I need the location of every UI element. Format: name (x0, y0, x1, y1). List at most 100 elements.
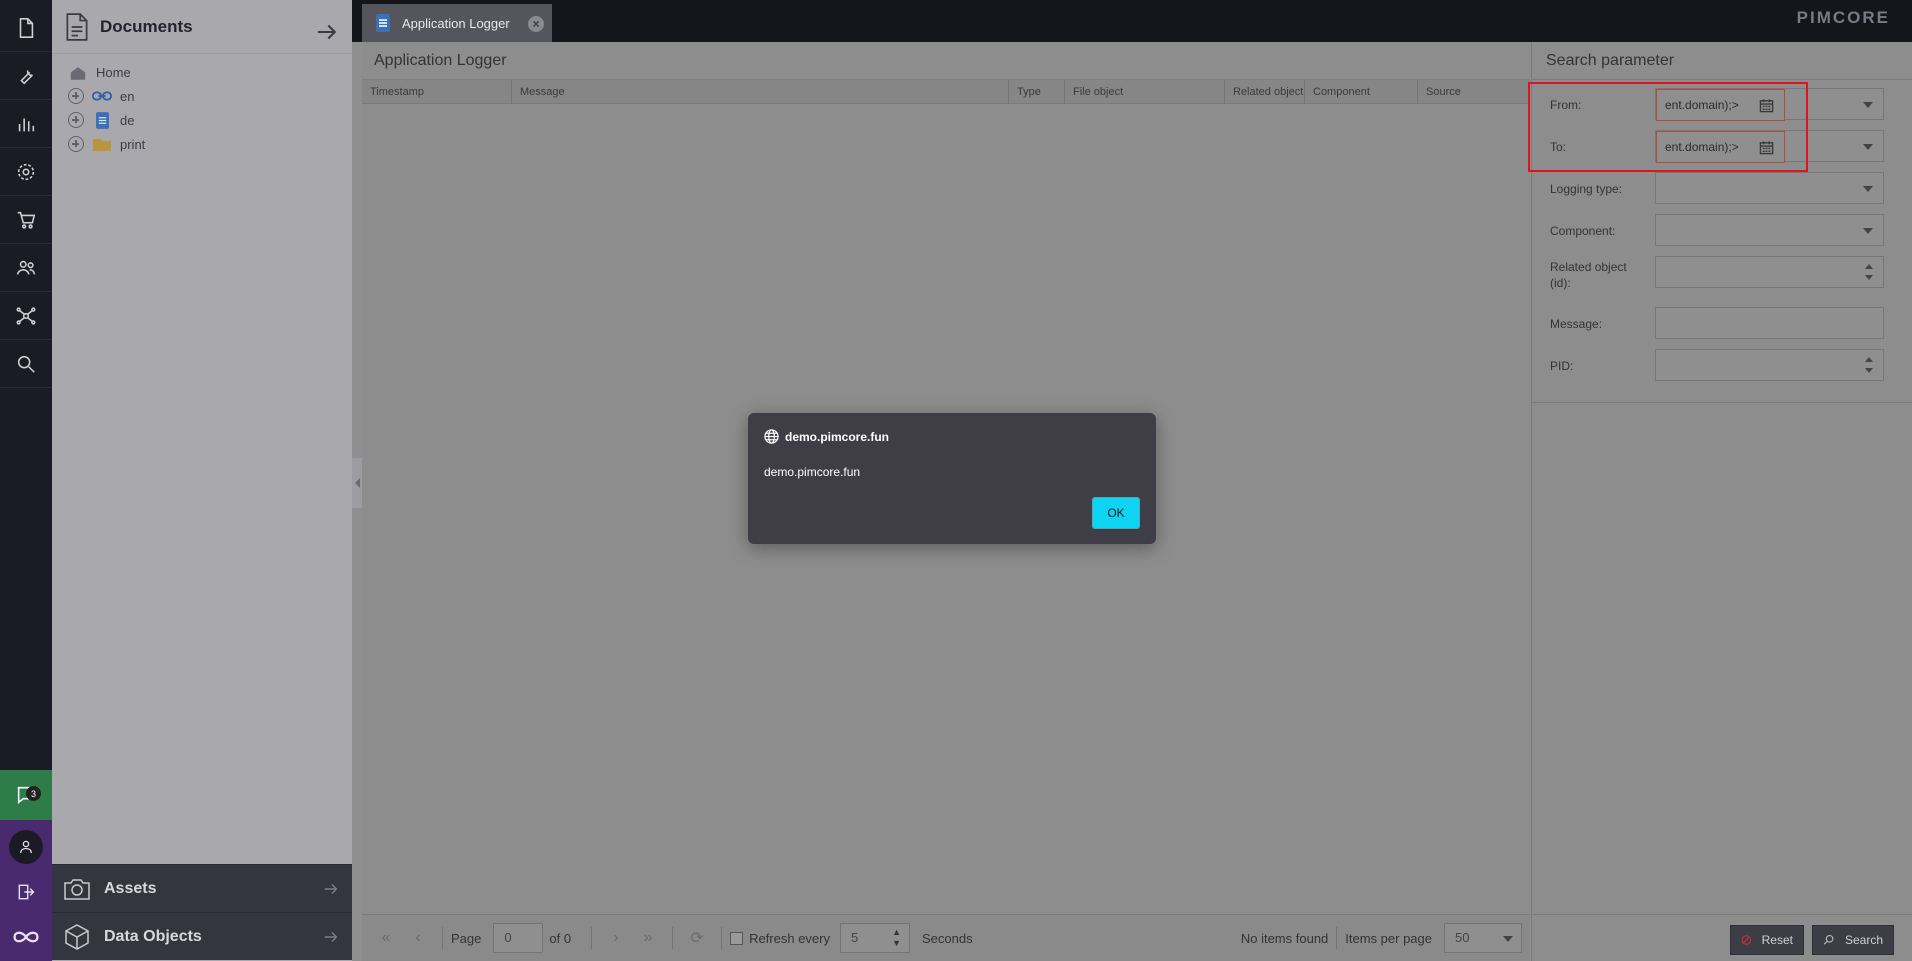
assets-label: Assets (104, 879, 157, 897)
network-icon[interactable] (0, 292, 52, 340)
assets-panel-button[interactable]: Assets (52, 864, 352, 912)
expand-icon[interactable] (68, 136, 84, 152)
refresh-interval-value: 5 (850, 930, 859, 945)
column-header-timestamp[interactable]: Timestamp (362, 80, 512, 104)
previous-page-icon[interactable]: ‹ (402, 929, 434, 947)
profile-button[interactable] (0, 826, 52, 868)
search-icon (1823, 934, 1834, 945)
tree-item-home[interactable]: Home (68, 61, 131, 83)
page-icon (376, 14, 390, 32)
expand-icon[interactable] (68, 88, 84, 104)
document-icon[interactable] (0, 4, 52, 52)
spinner-arrows-icon[interactable]: ▲ ▼ (892, 927, 901, 949)
expand-icon[interactable] (68, 112, 84, 128)
chevron-down-icon[interactable] (1863, 144, 1873, 150)
tree-item-de[interactable]: de (68, 109, 134, 131)
search-panel-footer: Reset Search (1532, 914, 1912, 961)
column-header-component[interactable]: Component (1305, 80, 1418, 104)
refresh-every-label: Refresh every (749, 930, 830, 946)
logging-type-row: Logging type: (1550, 172, 1895, 204)
search-button[interactable]: Search (1812, 925, 1894, 955)
notifications-button[interactable]: 3 (0, 770, 52, 820)
close-icon[interactable]: × (528, 16, 544, 32)
dialog-origin-text: demo.pimcore.fun (785, 429, 890, 444)
panel-title: Application Logger (362, 42, 1530, 80)
items-per-page-select[interactable]: 50 (1444, 923, 1522, 953)
dialog-origin: demo.pimcore.fun (764, 429, 889, 444)
documents-tree-panel: Documents Home en de print (52, 0, 352, 961)
refresh-icon[interactable]: ⟳ (681, 928, 713, 948)
message-input[interactable] (1655, 307, 1884, 339)
reset-button[interactable]: Reset (1730, 925, 1804, 955)
arrow-right-icon[interactable] (322, 880, 340, 903)
first-page-icon[interactable]: « (370, 929, 402, 947)
message-label: Message: (1550, 317, 1603, 331)
gear-icon[interactable] (0, 148, 52, 196)
tree-item-label: Home (96, 64, 131, 80)
page-number-input[interactable]: 0 (493, 923, 544, 953)
cube-icon (65, 923, 89, 950)
wrench-icon[interactable] (0, 52, 52, 100)
avatar (9, 830, 43, 864)
next-page-icon[interactable]: › (600, 929, 632, 947)
refresh-interval-spinner[interactable]: 5 ▲ ▼ (839, 923, 910, 953)
component-row: Component: (1550, 214, 1895, 246)
chevron-down-icon[interactable] (1863, 228, 1873, 234)
logout-button[interactable] (0, 872, 52, 912)
chevron-down-icon[interactable] (1863, 186, 1873, 192)
column-header-file-object[interactable]: File object (1065, 80, 1225, 104)
search-icon[interactable] (0, 340, 52, 388)
ok-button[interactable]: OK (1092, 497, 1140, 529)
page-label: Page (451, 930, 482, 946)
pid-row: PID: (1550, 349, 1895, 381)
infinity-icon (13, 931, 39, 943)
logging-type-label: Logging type: (1550, 182, 1623, 196)
data-objects-panel-button[interactable]: Data Objects (52, 912, 352, 960)
message-row: Message: (1550, 307, 1895, 339)
documents-panel-header: Documents (52, 0, 352, 54)
component-select[interactable] (1655, 214, 1884, 246)
column-header-related-object[interactable]: Related object (1225, 80, 1305, 104)
spinner-icon[interactable] (1865, 264, 1873, 280)
highlight-box (1528, 82, 1808, 172)
related-object-row: Related object (id): (1550, 256, 1895, 290)
users-icon[interactable] (0, 244, 52, 292)
pid-input[interactable] (1655, 349, 1884, 381)
camera-icon (64, 878, 90, 900)
tab-label: Application Logger (402, 15, 510, 31)
tree-item-label: print (120, 136, 146, 152)
related-object-input[interactable] (1655, 256, 1884, 288)
cart-icon[interactable] (0, 196, 52, 244)
panel-collapse-handle[interactable] (352, 458, 362, 508)
pid-label: PID: (1550, 359, 1574, 373)
panel-title: Search parameter (1532, 42, 1912, 80)
dialog-message: demo.pimcore.fun (764, 465, 861, 479)
arrow-right-icon[interactable] (322, 928, 340, 951)
user-icon (20, 840, 32, 854)
spinner-icon[interactable] (1865, 357, 1873, 373)
arrow-right-icon[interactable] (314, 17, 340, 50)
chevron-down-icon[interactable] (1503, 936, 1513, 942)
paging-toolbar: « ‹ Page 0 of 0 › » ⟳ Refresh every 5 ▲ ▼… (362, 914, 1530, 961)
page-count-label: of 0 (549, 930, 572, 946)
tree-item-print[interactable]: print (68, 133, 145, 155)
search-label: Search (1844, 933, 1883, 947)
last-page-icon[interactable]: » (632, 929, 664, 947)
home-icon (68, 64, 88, 80)
column-header-type[interactable]: Type (1009, 80, 1065, 104)
tree-item-en[interactable]: en (68, 85, 134, 107)
notification-count-badge: 3 (26, 786, 41, 801)
tab-application-logger[interactable]: Application Logger × (362, 4, 552, 42)
column-header-message[interactable]: Message (512, 80, 1009, 104)
link-icon (92, 88, 112, 104)
refresh-every-checkbox[interactable] (730, 931, 744, 945)
logging-type-select[interactable] (1655, 172, 1884, 204)
globe-icon (764, 429, 779, 444)
page-icon (92, 111, 112, 129)
logout-icon (18, 884, 35, 900)
pimcore-infinity-logo[interactable] (0, 916, 52, 958)
column-header-source[interactable]: Source (1418, 80, 1530, 104)
chevron-down-icon[interactable] (1863, 102, 1873, 108)
bar-chart-icon[interactable] (0, 100, 52, 148)
reset-icon (1741, 935, 1752, 945)
